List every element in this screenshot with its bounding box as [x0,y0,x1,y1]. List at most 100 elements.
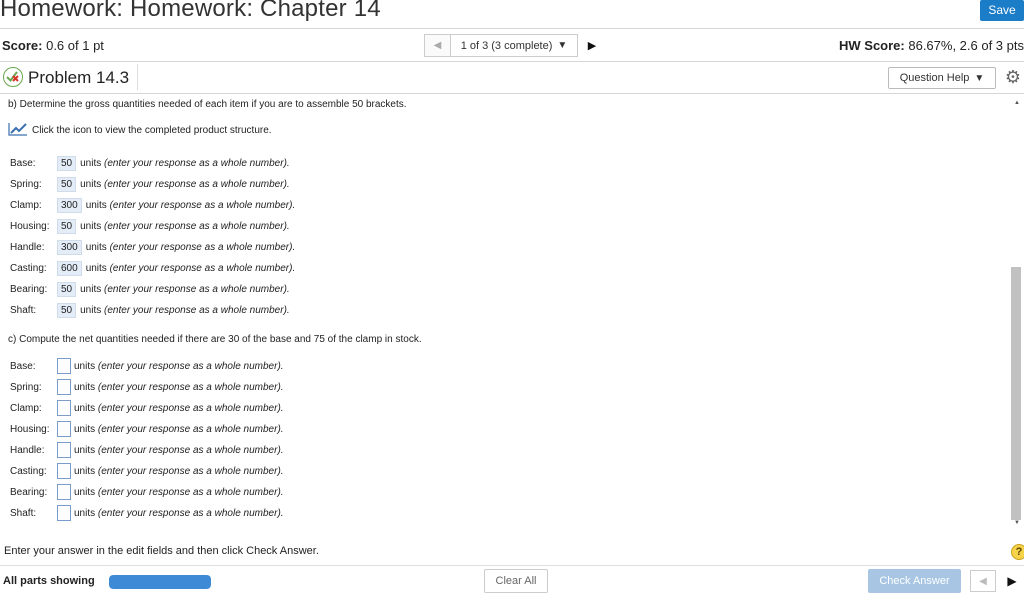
part-b-row-clamp: Clamp: 300 units (enter your response as… [10,197,295,213]
scrollbar-thumb[interactable] [1011,267,1021,520]
product-structure-link[interactable]: Click the icon to view the completed pro… [8,122,272,139]
row-hint: (enter your response as a whole number). [97,507,284,519]
save-button[interactable]: Save [980,0,1024,21]
row-label: Bearing: [10,283,48,295]
question-help-label: Question Help [899,72,970,84]
question-select-label: 1 of 3 (3 complete) [460,39,553,52]
row-hint: (enter your response as a whole number). [109,241,296,253]
shaft-answer-field[interactable]: 50 [57,302,77,318]
part-c-row-handle: Handle: units (enter your response as a … [10,442,284,458]
all-parts-label: All parts showing [3,575,95,587]
next-question-button[interactable]: ▶ [578,34,606,57]
row-hint: (enter your response as a whole number). [109,199,296,211]
partial-credit-icon [3,67,23,87]
answer-instruction: Enter your answer in the edit fields and… [4,545,319,557]
hw-score-label: HW Score: [839,38,905,53]
part-c-row-casting: Casting: units (enter your response as a… [10,463,284,479]
footer-divider [0,565,1024,566]
row-hint: (enter your response as a whole number). [104,283,290,295]
part-b-instruction: b) Determine the gross quantities needed… [8,99,407,110]
row-label: Housing: [10,220,50,232]
previous-part-button[interactable]: ◀ [970,570,996,592]
shaft-net-input[interactable] [57,505,71,521]
row-units: units [74,360,96,372]
row-units: units [80,157,102,169]
part-c-row-spring: Spring: units (enter your response as a … [10,379,284,395]
base-net-input[interactable] [57,358,71,374]
row-hint: (enter your response as a whole number). [104,178,290,190]
part-b-row-handle: Handle: 300 units (enter your response a… [10,239,295,255]
row-hint: (enter your response as a whole number). [97,444,284,456]
progress-fill [109,575,211,589]
row-hint: (enter your response as a whole number). [104,304,290,316]
handle-answer-field[interactable]: 300 [57,239,82,255]
product-structure-hint: Click the icon to view the completed pro… [32,125,272,136]
score-value: 0.6 of 1 pt [46,38,104,53]
gear-icon[interactable]: ⚙ [1003,67,1023,87]
triangle-right-icon: ▶ [587,40,597,52]
row-units: units [74,465,96,477]
question-help-button[interactable]: Question Help ▼ [888,67,996,89]
clamp-net-input[interactable] [57,400,71,416]
casting-answer-field[interactable]: 600 [57,260,82,276]
row-units: units [80,304,102,316]
part-b-row-spring: Spring: 50 units (enter your response as… [10,176,290,192]
clear-all-button[interactable]: Clear All [484,569,548,593]
row-units: units [85,199,107,211]
row-label: Shaft: [10,304,37,316]
line-chart-icon[interactable] [8,122,28,139]
scroll-up-arrow-icon[interactable]: ▲ [1014,100,1020,106]
clamp-answer-field[interactable]: 300 [57,197,82,213]
help-icon[interactable]: ? [1011,544,1024,560]
row-label: Clamp: [10,199,42,211]
row-label: Spring: [10,178,42,190]
row-hint: (enter your response as a whole number). [97,423,284,435]
page-title: Homework: Homework: Chapter 14 [0,0,381,22]
row-hint: (enter your response as a whole number). [104,157,290,169]
row-hint: (enter your response as a whole number). [109,262,296,274]
row-hint: (enter your response as a whole number). [97,381,284,393]
problem-title: Problem 14.3 [28,68,130,87]
housing-net-input[interactable] [57,421,71,437]
bearing-answer-field[interactable]: 50 [57,281,77,297]
row-label: Bearing: [10,486,48,498]
bearing-net-input[interactable] [57,484,71,500]
next-part-button[interactable]: ▶ [1000,570,1024,592]
score-label: Score: [2,38,43,53]
part-c-row-shaft: Shaft: units (enter your response as a w… [10,505,284,521]
handle-net-input[interactable] [57,442,71,458]
score-divider [0,61,1024,62]
spring-net-input[interactable] [57,379,71,395]
row-units: units [80,283,102,295]
casting-net-input[interactable] [57,463,71,479]
row-label: Base: [10,157,36,169]
caret-down-icon: ▼ [974,72,985,84]
housing-answer-field[interactable]: 50 [57,218,77,234]
parts-progress-bar [109,575,211,589]
part-b-row-bearing: Bearing: 50 units (enter your response a… [10,281,290,297]
row-label: Spring: [10,381,42,393]
scroll-down-arrow-icon[interactable]: ▼ [1014,520,1020,526]
previous-question-button[interactable]: ◀ [424,34,450,57]
part-b-row-casting: Casting: 600 units (enter your response … [10,260,295,276]
check-answer-button[interactable]: Check Answer [868,569,961,593]
row-units: units [74,423,96,435]
row-units: units [74,402,96,414]
triangle-left-icon: ◀ [433,40,442,51]
row-label: Housing: [10,423,50,435]
part-b-row-housing: Housing: 50 units (enter your response a… [10,218,290,234]
row-units: units [74,444,96,456]
row-units: units [74,507,96,519]
spring-answer-field[interactable]: 50 [57,176,77,192]
row-label: Shaft: [10,507,37,519]
base-answer-field[interactable]: 50 [57,155,77,171]
triangle-right-icon: ▶ [1007,574,1017,588]
problem-title-divider [137,64,138,90]
problem-divider [0,93,1024,94]
hw-score: HW Score: 86.67%, 2.6 of 3 pts [839,38,1024,53]
question-pager: ◀ 1 of 3 (3 complete) ▼ ▶ [424,34,606,57]
row-units: units [80,178,102,190]
question-select[interactable]: 1 of 3 (3 complete) ▼ [450,34,578,57]
row-label: Casting: [10,465,47,477]
row-units: units [74,486,96,498]
